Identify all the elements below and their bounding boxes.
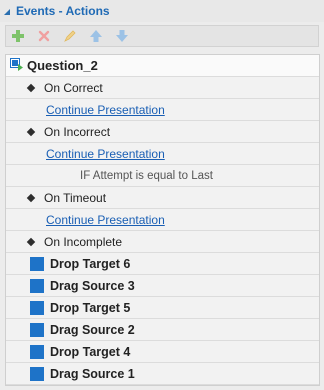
object-square-icon — [30, 300, 44, 315]
event-label: On Correct — [44, 80, 103, 95]
object-label: Drag Source 3 — [50, 278, 135, 293]
question-slide-icon — [10, 57, 23, 74]
add-icon[interactable] — [10, 28, 26, 44]
condition-row[interactable]: IF Attempt is equal to Last — [6, 165, 319, 187]
object-square-icon — [30, 256, 44, 271]
object-drag-source-2[interactable]: Drag Source 2 — [6, 319, 319, 341]
object-label: Drag Source 2 — [50, 322, 135, 337]
events-actions-panel: Events - Actions Question_2 On Correct C… — [0, 0, 324, 390]
event-on-incorrect[interactable]: On Incorrect — [6, 121, 319, 143]
condition-label: IF Attempt is equal to Last — [80, 169, 213, 182]
object-drop-target-6[interactable]: Drop Target 6 — [6, 253, 319, 275]
event-label: On Timeout — [44, 190, 107, 205]
object-drop-target-5[interactable]: Drop Target 5 — [6, 297, 319, 319]
action-continue-presentation[interactable]: Continue Presentation — [6, 99, 319, 121]
action-continue-presentation[interactable]: Continue Presentation — [6, 143, 319, 165]
object-square-icon — [30, 366, 44, 381]
toolbar — [5, 25, 319, 47]
object-square-icon — [30, 278, 44, 293]
action-link[interactable]: Continue Presentation — [46, 103, 165, 117]
events-tree: Question_2 On Correct Continue Presentat… — [5, 54, 320, 386]
event-label: On Incomplete — [44, 234, 123, 249]
event-label: On Incorrect — [44, 124, 111, 139]
tree-root[interactable]: Question_2 — [6, 55, 319, 77]
object-label: Drop Target 6 — [50, 256, 131, 271]
event-on-correct[interactable]: On Correct — [6, 77, 319, 99]
tree-root-label: Question_2 — [27, 58, 98, 73]
diamond-icon — [26, 193, 36, 202]
panel-header[interactable]: Events - Actions — [0, 0, 324, 22]
diamond-icon — [26, 127, 36, 136]
action-continue-presentation[interactable]: Continue Presentation — [6, 209, 319, 231]
event-on-timeout[interactable]: On Timeout — [6, 187, 319, 209]
action-link[interactable]: Continue Presentation — [46, 213, 165, 227]
object-label: Drop Target 4 — [50, 344, 131, 359]
object-square-icon — [30, 322, 44, 337]
edit-icon[interactable] — [62, 28, 78, 44]
diamond-icon — [26, 83, 36, 92]
action-link[interactable]: Continue Presentation — [46, 147, 165, 161]
event-on-incomplete[interactable]: On Incomplete — [6, 231, 319, 253]
move-down-icon[interactable] — [114, 28, 130, 44]
collapse-arrow-icon[interactable] — [4, 8, 10, 15]
object-drag-source-1[interactable]: Drag Source 1 — [6, 363, 319, 385]
move-up-icon[interactable] — [88, 28, 104, 44]
object-drag-source-3[interactable]: Drag Source 3 — [6, 275, 319, 297]
object-square-icon — [30, 344, 44, 359]
diamond-icon — [26, 237, 36, 246]
panel-title: Events - Actions — [16, 4, 110, 18]
delete-icon[interactable] — [36, 28, 52, 44]
object-label: Drag Source 1 — [50, 366, 135, 381]
object-drop-target-4[interactable]: Drop Target 4 — [6, 341, 319, 363]
object-label: Drop Target 5 — [50, 300, 131, 315]
